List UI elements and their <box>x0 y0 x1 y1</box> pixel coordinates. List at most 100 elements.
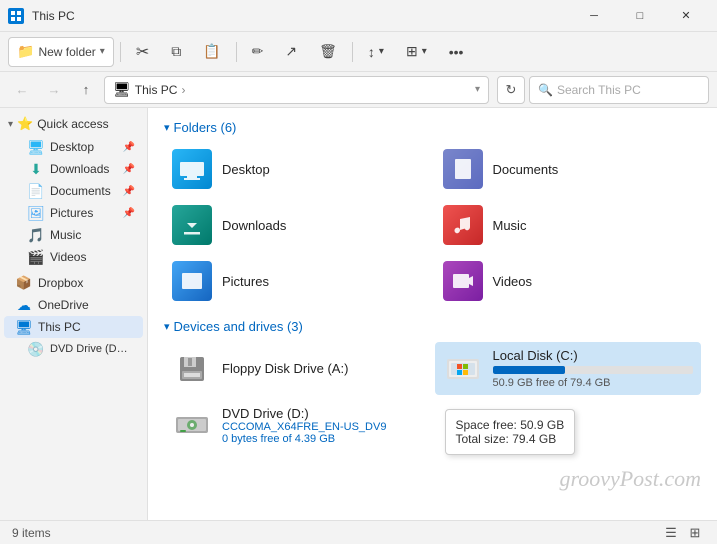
content-area: ▾ Folders (6) Desktop <box>148 108 717 520</box>
refresh-icon: ↻ <box>506 82 517 98</box>
more-icon: ••• <box>449 44 464 60</box>
folder-item-videos[interactable]: Videos <box>435 255 702 307</box>
folder-item-music[interactable]: Music <box>435 199 702 251</box>
videos-folder-name: Videos <box>493 274 533 289</box>
close-button[interactable]: ✕ <box>663 0 709 32</box>
drive-item-localc[interactable]: Local Disk (C:) 50.9 GB free of 79.4 GB … <box>435 342 702 395</box>
sidebar-dvd-label: DVD Drive (D:) C... <box>50 343 130 355</box>
share-icon: ↗ <box>285 43 297 60</box>
folder-item-downloads[interactable]: Downloads <box>164 199 431 251</box>
address-folder-icon: 🖥 <box>113 81 131 98</box>
pin-icon-documents: 📌 <box>123 186 135 197</box>
cut-button[interactable]: ✂ <box>127 37 158 67</box>
dvd-drive-info: DVD Drive (D:) CCCOMA_X64FRE_EN-US_DV9 0… <box>222 406 423 445</box>
delete-icon: 🗑 <box>319 43 337 60</box>
downloads-icon: ⬇ <box>28 161 44 177</box>
floppy-drive-icon <box>172 349 212 389</box>
sidebar-item-videos[interactable]: 🎬 Videos <box>4 246 143 268</box>
cut-icon: ✂ <box>136 42 149 62</box>
addressbar: ← → ↑ 🖥 This PC › ▾ ↻ 🔍 Search This PC <box>0 72 717 108</box>
drives-chevron-icon: ▾ <box>164 320 170 333</box>
desktop-folder-name: Desktop <box>222 162 270 177</box>
new-folder-dropdown[interactable]: ▾ <box>100 46 105 57</box>
statusbar: 9 items ☰ ⊞ <box>0 520 717 544</box>
search-box[interactable]: 🔍 Search This PC <box>529 76 709 104</box>
sidebar-item-downloads[interactable]: ⬇ Downloads 📌 <box>4 158 143 180</box>
videos-folder-icon <box>443 261 483 301</box>
downloads-folder-name: Downloads <box>222 218 286 233</box>
folder-item-pictures[interactable]: Pictures <box>164 255 431 307</box>
sidebar-item-pictures[interactable]: 🖼 Pictures 📌 <box>4 202 143 224</box>
view-toggle: ☰ ⊞ <box>661 523 705 543</box>
share-button[interactable]: ↗ <box>276 37 306 67</box>
rename-button[interactable]: ✏ <box>243 37 273 67</box>
toolbar-separator-2 <box>236 42 237 62</box>
drive-item-dvd[interactable]: DVD Drive (D:) CCCOMA_X64FRE_EN-US_DV9 0… <box>164 399 431 451</box>
downloads-folder-icon <box>172 205 212 245</box>
maximize-button[interactable]: □ <box>617 0 663 32</box>
new-folder-button[interactable]: 📁 New folder ▾ <box>8 37 114 67</box>
quick-access-chevron: ▾ <box>8 119 13 130</box>
delete-button[interactable]: 🗑 <box>310 37 346 67</box>
paste-icon: 📋 <box>203 43 220 60</box>
titlebar: This PC ─ □ ✕ <box>0 0 717 32</box>
list-view-button[interactable]: ☰ <box>661 523 681 543</box>
sidebar-item-dropbox[interactable]: 📦 Dropbox <box>4 272 143 294</box>
localc-drive-name: Local Disk (C:) <box>493 348 694 363</box>
quick-access-label: Quick access <box>37 117 108 131</box>
sidebar-item-onedrive[interactable]: ☁ OneDrive <box>4 294 143 316</box>
more-options-button[interactable]: ••• <box>440 37 473 67</box>
folders-section-header[interactable]: ▾ Folders (6) <box>164 120 701 135</box>
pin-icon-pictures: 📌 <box>123 208 135 219</box>
tooltip-total-line: Total size: 79.4 GB <box>456 432 565 446</box>
sidebar-music-label: Music <box>50 228 81 242</box>
watermark: groovyPost.com <box>559 466 701 492</box>
music-folder-icon <box>443 205 483 245</box>
address-box[interactable]: 🖥 This PC › ▾ <box>104 76 489 104</box>
grid-view-button[interactable]: ⊞ <box>685 523 705 543</box>
documents-folder-icon <box>443 149 483 189</box>
pin-icon-desktop: 📌 <box>123 142 135 153</box>
forward-button[interactable]: → <box>40 76 68 104</box>
sidebar-documents-label: Documents <box>50 184 111 198</box>
drive-item-floppy[interactable]: Floppy Disk Drive (A:) <box>164 342 431 395</box>
dvd-drive-icon <box>172 405 212 445</box>
view-options-button[interactable]: ⊞ ▾ <box>397 37 436 67</box>
localc-drive-free: 50.9 GB free of 79.4 GB <box>493 377 694 389</box>
localc-bar <box>493 366 565 374</box>
sidebar-item-music[interactable]: 🎵 Music <box>4 224 143 246</box>
new-folder-label: New folder <box>38 45 95 59</box>
minimize-button[interactable]: ─ <box>571 0 617 32</box>
localc-drive-info: Local Disk (C:) 50.9 GB free of 79.4 GB <box>493 348 694 389</box>
toolbar-separator-1 <box>120 42 121 62</box>
folders-grid: Desktop Documents <box>164 143 701 307</box>
address-dropdown-icon[interactable]: ▾ <box>475 84 480 95</box>
refresh-button[interactable]: ↻ <box>497 76 525 104</box>
sort-button[interactable]: ↕ ▾ <box>359 37 393 67</box>
toolbar: 📁 New folder ▾ ✂ ⧉ 📋 ✏ ↗ 🗑 ↕ ▾ ⊞ ▾ ••• <box>0 32 717 72</box>
sidebar-item-dvd[interactable]: 💿 DVD Drive (D:) C... <box>4 338 143 360</box>
music-icon: 🎵 <box>28 227 44 243</box>
sidebar-item-documents[interactable]: 📄 Documents 📌 <box>4 180 143 202</box>
videos-icon: 🎬 <box>28 249 44 265</box>
quick-access-section[interactable]: ▾ ⭐ Quick access <box>0 112 147 136</box>
sidebar-videos-label: Videos <box>50 250 86 264</box>
floppy-drive-name: Floppy Disk Drive (A:) <box>222 361 423 376</box>
toolbar-separator-3 <box>352 42 353 62</box>
paste-button[interactable]: 📋 <box>194 37 229 67</box>
drives-section-header[interactable]: ▾ Devices and drives (3) <box>164 319 701 334</box>
folder-item-desktop[interactable]: Desktop <box>164 143 431 195</box>
rename-icon: ✏ <box>252 43 264 60</box>
main-layout: ▾ ⭐ Quick access 🖥 Desktop 📌 ⬇ Downloads… <box>0 108 717 520</box>
dropbox-icon: 📦 <box>16 275 32 291</box>
folder-item-documents[interactable]: Documents <box>435 143 702 195</box>
copy-button[interactable]: ⧉ <box>162 37 190 67</box>
sidebar-dropbox-label: Dropbox <box>38 276 83 290</box>
back-button[interactable]: ← <box>8 76 36 104</box>
up-button[interactable]: ↑ <box>72 76 100 104</box>
dvd-drive-free: 0 bytes free of 4.39 GB <box>222 433 423 445</box>
sidebar-item-desktop[interactable]: 🖥 Desktop 📌 <box>4 136 143 158</box>
sidebar-desktop-label: Desktop <box>50 140 94 154</box>
pictures-icon: 🖼 <box>28 205 44 221</box>
sidebar-item-thispc[interactable]: 🖥 This PC <box>4 316 143 338</box>
